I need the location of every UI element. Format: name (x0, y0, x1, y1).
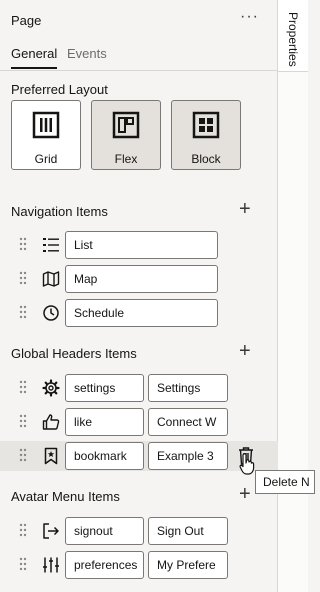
drag-handle-icon[interactable] (19, 448, 27, 462)
layout-block-label: Block (191, 152, 221, 166)
global-header-label-field[interactable]: Settings (148, 374, 228, 402)
navigation-item-row: Map (0, 264, 278, 294)
avatar-menu-label-field[interactable]: My Prefere (148, 551, 228, 579)
drag-handle-icon[interactable] (19, 557, 27, 571)
sliders-icon (43, 557, 59, 573)
drag-handle-icon[interactable] (19, 523, 27, 537)
tab-events[interactable]: Events (67, 46, 107, 61)
preferred-layout-title: Preferred Layout (11, 82, 108, 97)
layout-block-button[interactable]: Block (171, 100, 241, 170)
page-title: Page (11, 13, 42, 28)
thumbs-up-icon (42, 414, 60, 430)
sign-out-icon (43, 523, 59, 539)
global-header-row: like Connect W (0, 407, 278, 437)
clock-icon (43, 305, 59, 321)
navigation-item-row: Schedule (0, 298, 278, 328)
navigation-item-field[interactable]: Schedule (65, 299, 218, 327)
global-header-row: bookmark Example 3 (0, 441, 278, 471)
avatar-menu-value-field[interactable]: preferences (65, 551, 144, 579)
add-avatar-menu-item-button[interactable]: + (239, 484, 251, 504)
avatar-menu-row: signout Sign Out (0, 516, 278, 546)
navigation-item-field[interactable]: List (65, 231, 218, 259)
drag-handle-icon[interactable] (19, 305, 27, 319)
bookmark-icon (44, 447, 58, 465)
tab-general[interactable]: General (11, 46, 58, 69)
layout-grid-button[interactable]: Grid (11, 100, 81, 170)
block-grid-icon (192, 111, 220, 139)
flex-layout-icon (112, 111, 140, 139)
layout-flex-label: Flex (114, 152, 138, 166)
properties-rail-label: Properties (286, 12, 300, 67)
avatar-menu-label-field[interactable]: Sign Out (148, 517, 228, 545)
drag-handle-icon[interactable] (19, 380, 27, 394)
map-icon (42, 271, 60, 287)
global-header-value-field[interactable]: bookmark (65, 442, 144, 470)
layout-flex-button[interactable]: Flex (91, 100, 161, 170)
global-headers-title: Global Headers Items (11, 346, 137, 361)
delete-tooltip: Delete N (255, 470, 315, 494)
drag-handle-icon[interactable] (19, 271, 27, 285)
add-navigation-item-button[interactable]: + (239, 199, 251, 219)
add-global-header-button[interactable]: + (239, 341, 251, 361)
tabs-divider (0, 70, 278, 71)
properties-rail-tab[interactable]: Properties (278, 0, 308, 72)
global-header-row: settings Settings (0, 373, 278, 403)
ellipsis-icon[interactable]: ··· (240, 8, 259, 26)
avatar-menu-title: Avatar Menu Items (11, 489, 120, 504)
avatar-menu-value-field[interactable]: signout (65, 517, 144, 545)
layout-grid-label: Grid (34, 152, 58, 166)
navigation-item-field[interactable]: Map (65, 265, 218, 293)
avatar-menu-row: preferences My Prefere (0, 550, 278, 580)
navigation-items-title: Navigation Items (11, 204, 108, 219)
gear-icon (42, 379, 60, 397)
navigation-item-row: List (0, 230, 278, 260)
list-icon (43, 238, 59, 252)
global-header-label-field[interactable]: Connect W (148, 408, 228, 436)
properties-panel: Page ··· General Events Preferred Layout… (0, 0, 278, 592)
hand-cursor-icon (239, 453, 255, 475)
side-rail: Properties (278, 0, 308, 592)
drag-handle-icon[interactable] (19, 237, 27, 251)
global-header-value-field[interactable]: like (65, 408, 144, 436)
global-header-value-field[interactable]: settings (65, 374, 144, 402)
grid-columns-icon (32, 111, 60, 139)
global-header-label-field[interactable]: Example 3 (148, 442, 228, 470)
drag-handle-icon[interactable] (19, 414, 27, 428)
